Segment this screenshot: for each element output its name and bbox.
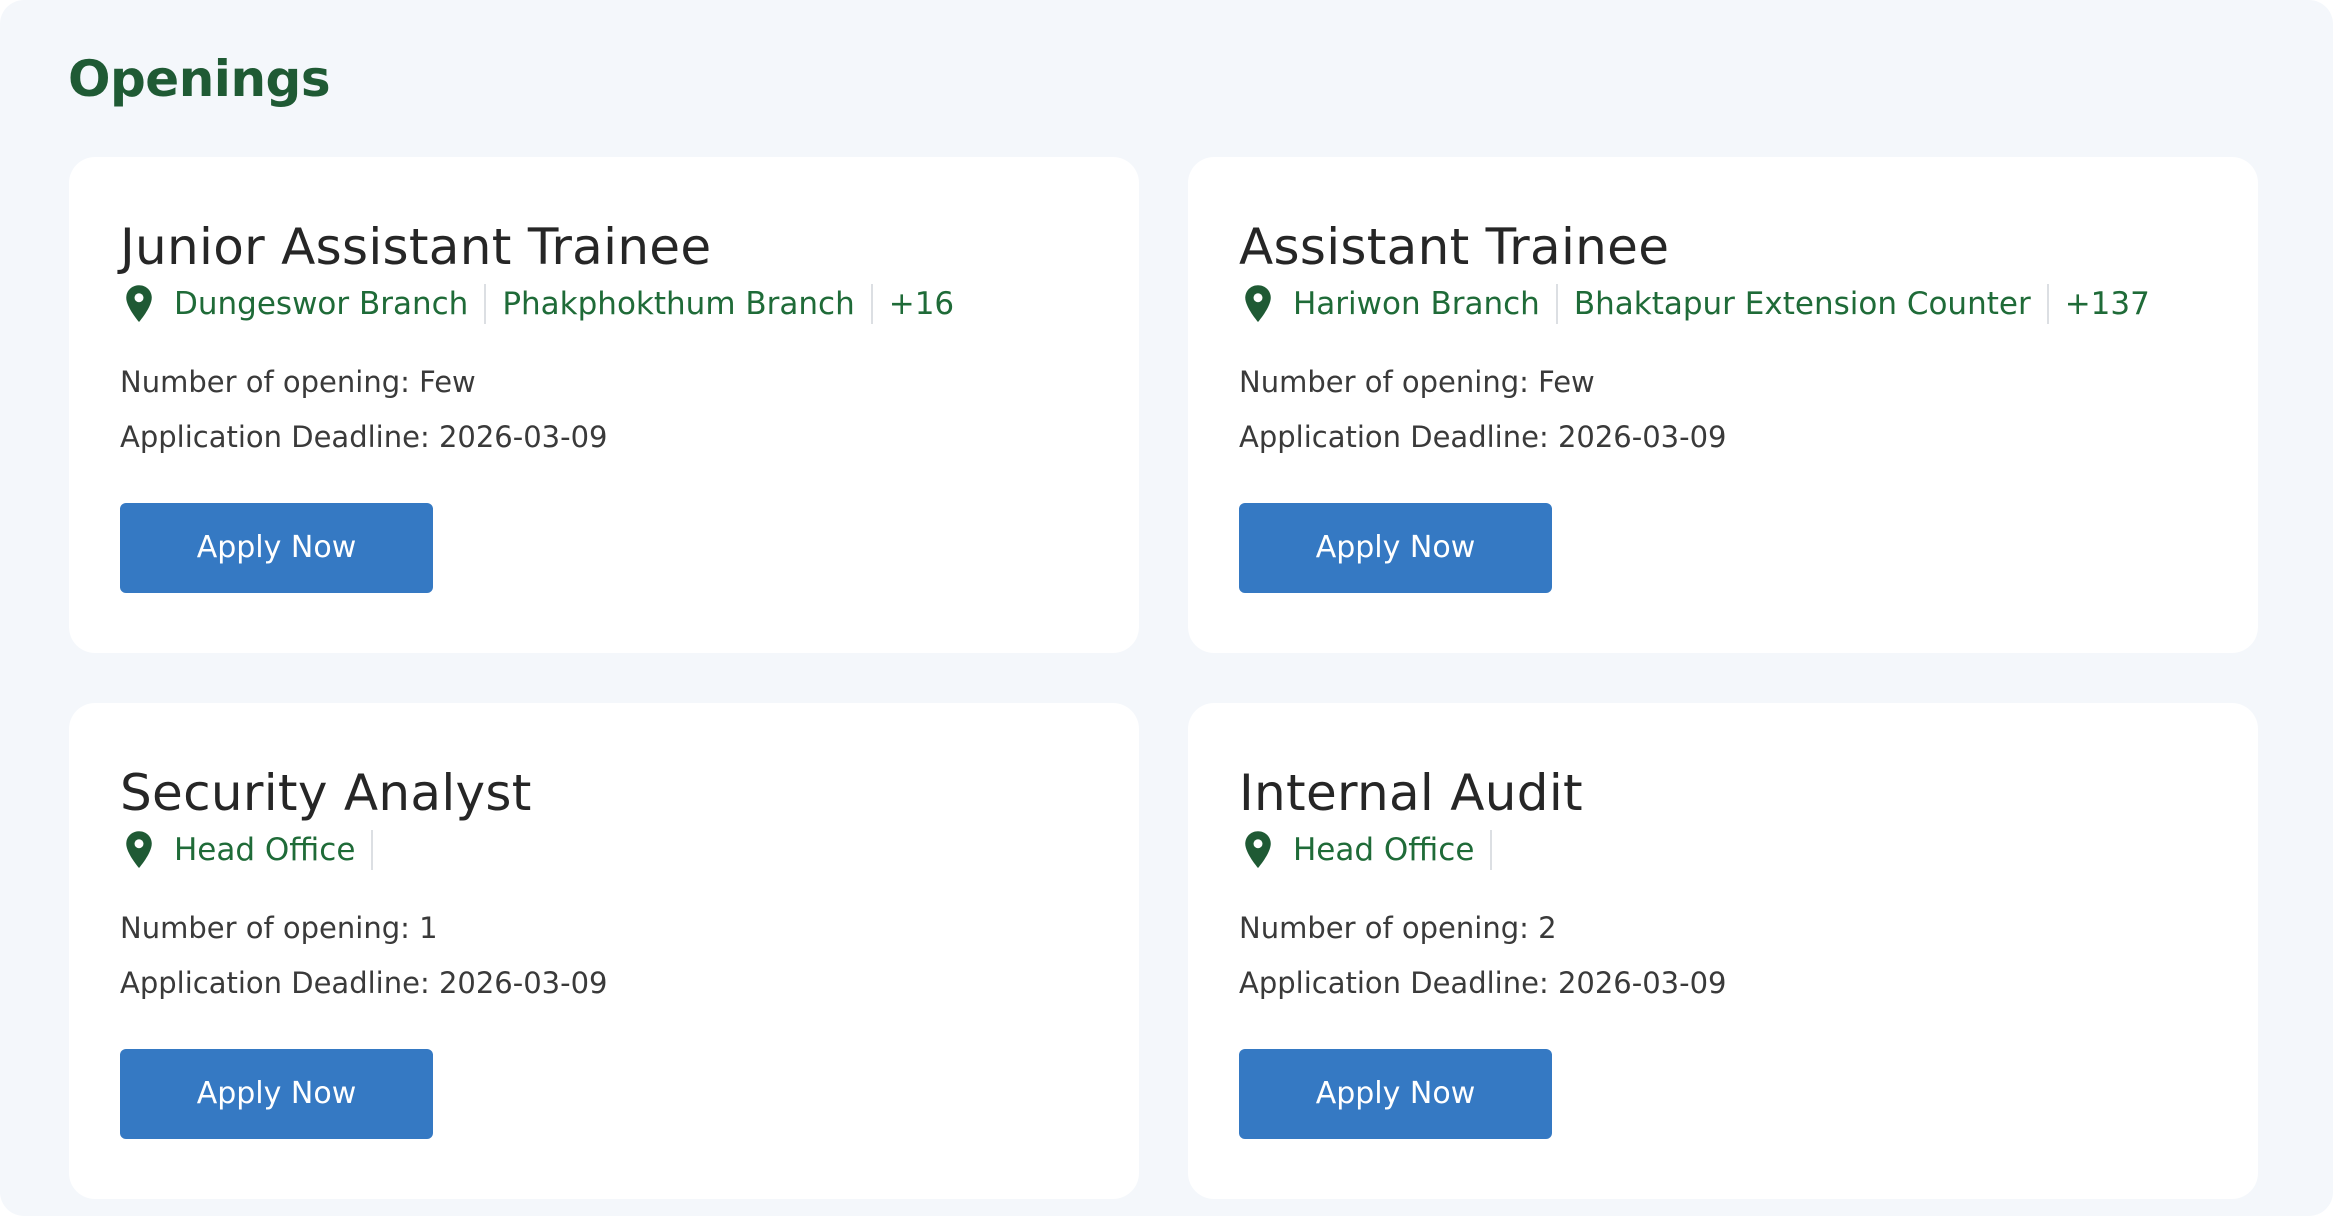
openings-value: 1 [419,911,438,945]
job-title[interactable]: Internal Audit [1239,758,1583,828]
number-of-openings: Number of opening: 1 [120,908,438,948]
deadline-label: Application Deadline: [1239,966,1549,1000]
location-tag: Head Office [1293,830,1493,870]
deadline-label: Application Deadline: [120,420,430,454]
deadline-label: Application Deadline: [1239,420,1549,454]
openings-label: Number of opening: [1239,911,1529,945]
application-deadline: Application Deadline: 2026-03-09 [1239,417,1726,457]
number-of-openings: Number of opening: 2 [1239,908,1557,948]
application-deadline: Application Deadline: 2026-03-09 [120,417,607,457]
application-deadline: Application Deadline: 2026-03-09 [120,963,607,1003]
map-pin-icon [1245,285,1271,322]
application-deadline: Application Deadline: 2026-03-09 [1239,963,1726,1003]
job-card: Junior Assistant Trainee Dungeswor Branc… [69,157,1139,653]
openings-label: Number of opening: [120,365,410,399]
deadline-value: 2026-03-09 [1557,966,1727,1000]
job-locations: Hariwon Branch Bhaktapur Extension Count… [1239,281,2150,327]
apply-now-button[interactable]: Apply Now [120,503,433,593]
location-tag: Hariwon Branch [1293,284,1558,324]
job-locations: Head Office [1239,827,1493,873]
deadline-value: 2026-03-09 [1557,420,1727,454]
number-of-openings: Number of opening: Few [120,362,476,402]
apply-now-button[interactable]: Apply Now [1239,503,1552,593]
openings-label: Number of opening: [120,911,410,945]
openings-panel: Openings Junior Assistant Trainee Dunges… [0,0,2333,1216]
job-card: Internal Audit Head Office Number of ope… [1188,703,2258,1199]
job-card: Assistant Trainee Hariwon Branch Bhaktap… [1188,157,2258,653]
deadline-label: Application Deadline: [120,966,430,1000]
location-tag: Dungeswor Branch [174,284,487,324]
more-locations-count[interactable]: +16 [873,284,954,324]
section-title: Openings [68,50,331,108]
map-pin-icon [1245,831,1271,868]
job-card: Security Analyst Head Office Number of o… [69,703,1139,1199]
job-title[interactable]: Junior Assistant Trainee [120,212,711,282]
number-of-openings: Number of opening: Few [1239,362,1595,402]
map-pin-icon [126,831,152,868]
openings-label: Number of opening: [1239,365,1529,399]
openings-value: Few [1538,365,1595,399]
openings-value: 2 [1538,911,1557,945]
openings-value: Few [419,365,476,399]
apply-now-button[interactable]: Apply Now [1239,1049,1552,1139]
location-tag: Head Office [174,830,374,870]
location-tag: Phakphokthum Branch [486,284,873,324]
job-locations: Dungeswor Branch Phakphokthum Branch +16 [120,281,954,327]
job-title[interactable]: Assistant Trainee [1239,212,1669,282]
deadline-value: 2026-03-09 [438,420,608,454]
job-locations: Head Office [120,827,374,873]
apply-now-button[interactable]: Apply Now [120,1049,433,1139]
job-title[interactable]: Security Analyst [120,758,532,828]
map-pin-icon [126,285,152,322]
location-tag: Bhaktapur Extension Counter [1558,284,2049,324]
more-locations-count[interactable]: +137 [2049,284,2150,324]
deadline-value: 2026-03-09 [438,966,608,1000]
